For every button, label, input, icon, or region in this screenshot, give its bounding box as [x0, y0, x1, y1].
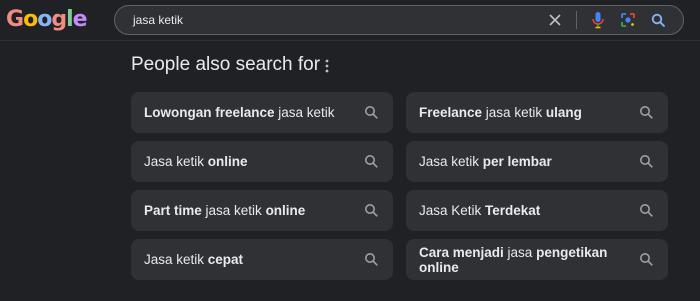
- suggestion-text: Jasa Ketik Terdekat: [419, 190, 624, 231]
- suggestion-bold-part: Terdekat: [485, 203, 541, 218]
- header-divider: [0, 40, 700, 41]
- suggestion-chip[interactable]: Jasa ketik per lembar: [406, 141, 668, 182]
- suggestion-text: Jasa ketik per lembar: [419, 141, 624, 182]
- suggestion-text: Jasa ketik online: [144, 141, 349, 182]
- suggestion-part: jasa: [503, 244, 537, 260]
- suggestion-part: Jasa ketik: [419, 154, 483, 169]
- suggestion-bold-part: Part time: [144, 203, 202, 218]
- suggestion-text: Cara menjadi jasa pengetikan online: [419, 239, 624, 280]
- top-bar: Google jasa ketik: [0, 0, 700, 40]
- suggestion-bold-part: per lembar: [482, 154, 552, 169]
- suggestion-bold-part: cepat: [207, 252, 244, 267]
- search-icon: [639, 105, 654, 120]
- suggestion-text: Freelance jasa ketik ulang: [419, 92, 624, 133]
- suggestion-text: Jasa ketik cepat: [144, 239, 349, 280]
- suggestion-chip[interactable]: Part time jasa ketik online: [131, 190, 393, 231]
- suggestion-chip[interactable]: Freelance jasa ketik ulang: [406, 92, 668, 133]
- suggestion-chip[interactable]: Jasa Ketik Terdekat: [406, 190, 668, 231]
- search-icon: [364, 105, 379, 120]
- suggestion-bold-part: Cara menjadi: [419, 244, 504, 260]
- search-divider: [576, 11, 577, 29]
- search-icon: [364, 252, 379, 267]
- suggestion-part: Jasa Ketik: [419, 203, 486, 218]
- suggestion-part: jasa ketik: [201, 203, 266, 218]
- suggestion-part: Jasa ketik: [144, 252, 208, 267]
- search-icon: [364, 203, 379, 218]
- suggestion-chip[interactable]: Jasa ketik online: [131, 141, 393, 182]
- logo-letter: g: [51, 7, 67, 32]
- search-box[interactable]: jasa ketik: [114, 5, 684, 35]
- suggestion-text: Lowongan freelance jasa ketik: [144, 92, 349, 133]
- suggestion-part: jasa ketik: [274, 105, 335, 120]
- suggestion-part: Jasa ketik: [144, 154, 208, 169]
- search-icon: [639, 252, 654, 267]
- logo-letter: o: [37, 7, 52, 32]
- suggestion-bold-part: online: [207, 154, 248, 169]
- suggestion-bold-part: Lowongan freelance: [144, 105, 275, 120]
- suggestion-chip[interactable]: Jasa ketik cepat: [131, 239, 393, 280]
- google-doodle-logo[interactable]: Google: [6, 6, 88, 34]
- more-vert-icon[interactable]: [321, 56, 333, 76]
- search-icon: [364, 154, 379, 169]
- clear-icon[interactable]: [540, 6, 570, 34]
- search-actions: [540, 6, 673, 34]
- logo-letter: o: [23, 7, 38, 32]
- suggestion-part: jasa ketik: [482, 105, 546, 120]
- suggestion-bold-part: Freelance: [419, 105, 483, 120]
- suggestion-text: Part time jasa ketik online: [144, 190, 349, 231]
- suggestion-bold-part: online: [265, 203, 306, 218]
- logo-letter: e: [72, 7, 88, 32]
- search-icon: [639, 203, 654, 218]
- mic-icon[interactable]: [583, 6, 613, 34]
- search-icon: [639, 154, 654, 169]
- logo-letter: G: [6, 7, 24, 32]
- section-title: People also search for: [131, 54, 321, 75]
- search-icon[interactable]: [643, 6, 673, 34]
- lens-icon[interactable]: [613, 6, 643, 34]
- search-input[interactable]: jasa ketik: [133, 6, 183, 34]
- suggestion-chip[interactable]: Lowongan freelance jasa ketik: [131, 92, 393, 133]
- suggestion-bold-part: ulang: [545, 105, 582, 120]
- suggestion-chip[interactable]: Cara menjadi jasa pengetikan online: [406, 239, 668, 280]
